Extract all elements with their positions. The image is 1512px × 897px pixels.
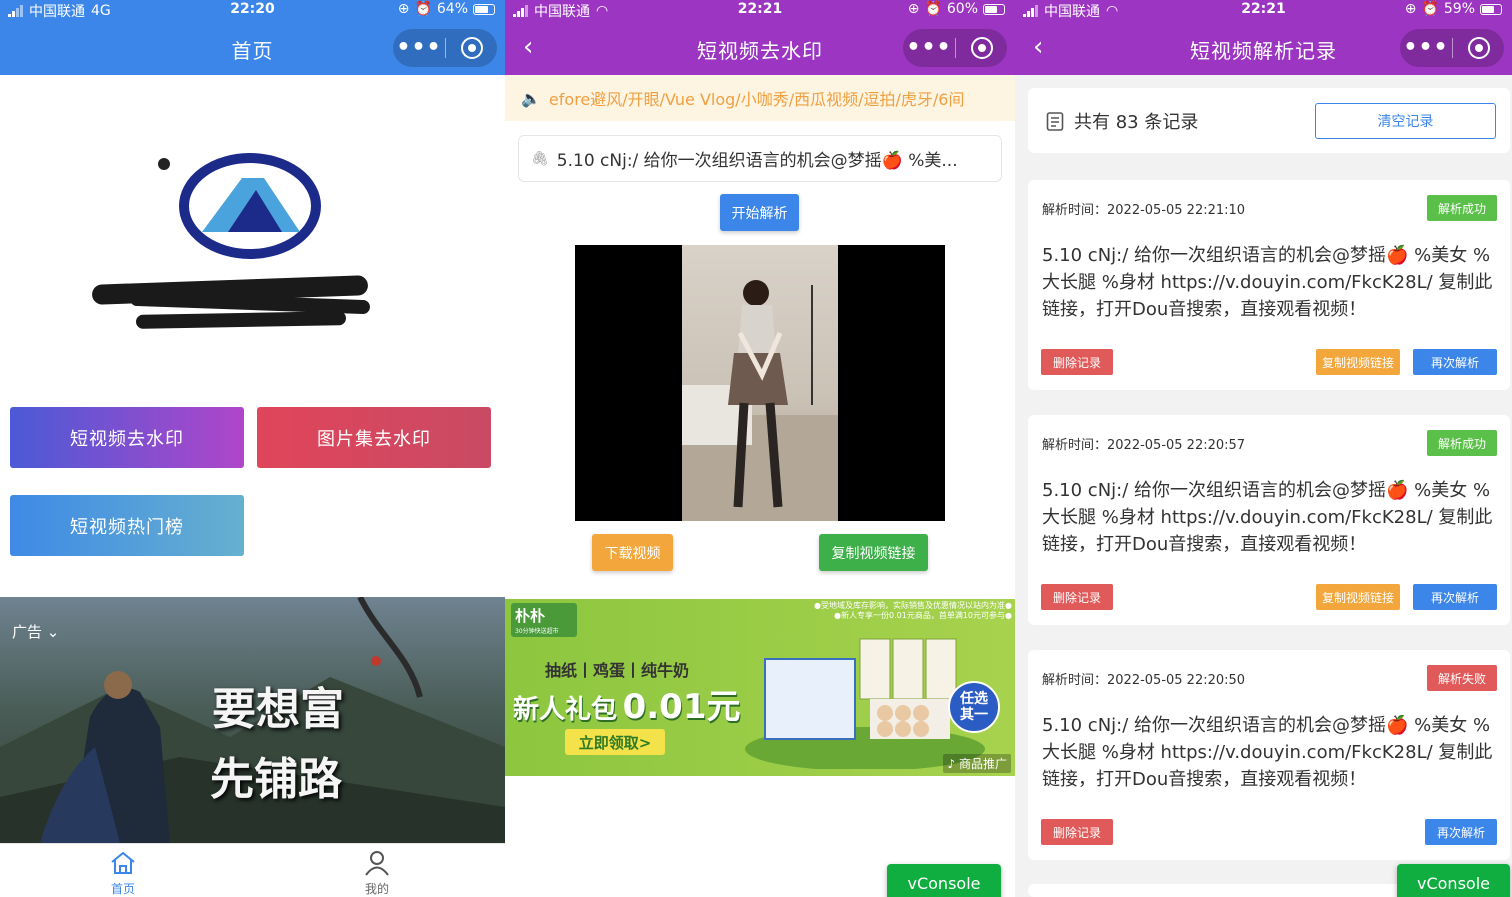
alarm-icon: ⏰ <box>414 1 432 17</box>
more-icon[interactable]: ••• <box>1400 29 1452 67</box>
record-content: 5.10 cNj:/ 给你一次组织语言的机会@梦摇🍎 %美女 %大长腿 %身材 … <box>1042 480 1493 555</box>
alarm-icon: ⏰ <box>1421 1 1439 17</box>
notice-bar: 🔈 efore避风/开眼/Vue Vlog/小咖秀/西瓜视频/逗拍/虎牙/6间 <box>505 75 1015 121</box>
battery-percent: 60% <box>946 1 978 17</box>
clear-records-button[interactable]: 清空记录 <box>1315 103 1496 139</box>
start-parse-button[interactable]: 开始解析 <box>720 194 799 231</box>
record-time: 解析时间：2022-05-05 22:21:10 <box>1042 203 1246 218</box>
tab-mine[interactable]: 我的 <box>337 850 417 897</box>
ad-banner[interactable]: 广告 ⌄ 要想富 先铺路 <box>0 597 505 843</box>
link-input[interactable]: 🖇 5.10 cNj:/ 给你一次组织语言的机会@梦摇🍎 %美... <box>518 135 1002 182</box>
close-target-icon[interactable] <box>956 37 1007 59</box>
mini-program-capsule: ••• <box>903 29 1007 67</box>
record-content: 5.10 cNj:/ 给你一次组织语言的机会@梦摇🍎 %美女 %大长腿 %身材 … <box>1042 245 1493 320</box>
more-icon[interactable]: ••• <box>903 29 955 67</box>
ad-price: 0.01元 <box>622 687 741 727</box>
tab-mine-label: 我的 <box>364 882 389 896</box>
download-video-button[interactable]: 下载视频 <box>592 534 673 571</box>
delete-record-button[interactable]: 删除记录 <box>1041 584 1113 610</box>
home-screen: 中国联通 4G 22:20 ⊕ ⏰ 64% 首页 ••• 短视频去水印 图片集去… <box>0 0 505 897</box>
copy-video-link-button[interactable]: 复制视频链接 <box>1316 349 1400 375</box>
alarm-icon: ⏰ <box>924 1 942 17</box>
ad-headline-row: 新人礼包 0.01元 <box>513 679 740 728</box>
copy-video-link-button[interactable]: 复制视频链接 <box>819 534 928 571</box>
vconsole-button[interactable]: vConsole <box>887 864 1001 897</box>
nav-bar: 首页 ••• <box>0 20 505 75</box>
redacted-name-scribble <box>135 311 347 329</box>
image-watermark-button[interactable]: 图片集去水印 <box>257 407 491 468</box>
ad-brand-logo: 朴朴 30分钟快送超市 <box>511 603 577 637</box>
nav-bar: ‹ 短视频解析记录 ••• <box>1015 20 1512 75</box>
battery-percent: 64% <box>436 1 468 17</box>
record-content: 5.10 cNj:/ 给你一次组织语言的机会@梦摇🍎 %美女 %大长腿 %身材 … <box>1042 715 1493 790</box>
reparse-button[interactable]: 再次解析 <box>1413 349 1497 375</box>
delete-record-button[interactable]: 删除记录 <box>1041 349 1113 375</box>
record-status-badge: 解析失败 <box>1426 665 1497 691</box>
record-time: 解析时间：2022-05-05 22:20:50 <box>1042 673 1246 688</box>
ad-headline: 新人礼包 <box>513 695 618 725</box>
battery-icon <box>473 3 495 15</box>
record-count-text: 共有 83 条记录 <box>1074 112 1199 133</box>
orientation-lock-icon: ⊕ <box>397 1 410 17</box>
battery-icon <box>983 3 1005 15</box>
copy-video-link-button[interactable]: 复制视频链接 <box>1316 584 1400 610</box>
paperclip-icon: 🖇 <box>531 150 549 167</box>
notice-text: efore避风/开眼/Vue Vlog/小咖秀/西瓜视频/逗拍/虎牙/6间 <box>548 90 965 109</box>
ad-brand-sub: 30分钟快送超市 <box>515 628 559 635</box>
user-icon <box>365 851 389 876</box>
tab-bar: 首页 我的 <box>0 843 505 897</box>
three-screen-composite: 中国联通 4G 22:20 ⊕ ⏰ 64% 首页 ••• 短视频去水印 图片集去… <box>0 0 1512 897</box>
ad-slogan-line2: 先铺路 <box>210 754 342 805</box>
status-bar: 中国联通 ◠ 22:21 ⊕ ⏰ 59% <box>1015 0 1512 20</box>
reparse-button[interactable]: 再次解析 <box>1425 819 1497 845</box>
video-player[interactable] <box>575 245 945 521</box>
status-bar: 中国联通 4G 22:20 ⊕ ⏰ 64% <box>0 0 505 20</box>
app-logo <box>150 150 330 260</box>
battery-percent: 59% <box>1443 1 1475 17</box>
home-icon <box>111 851 135 874</box>
mini-program-capsule: ••• <box>1400 29 1504 67</box>
vconsole-button[interactable]: vConsole <box>1397 864 1510 897</box>
mini-program-capsule: ••• <box>393 29 497 67</box>
record-card: 解析时间：2022-05-05 22:21:10 解析成功 5.10 cNj:/… <box>1028 180 1510 390</box>
orientation-lock-icon: ⊕ <box>907 1 920 17</box>
ad-choose-badge: 任选其一 <box>948 681 1000 733</box>
record-status-badge: 解析成功 <box>1426 195 1497 221</box>
ad-slogan-line1: 要想富 <box>212 684 344 735</box>
ad-brand: 朴朴 <box>515 607 546 625</box>
ad-note-2: ●新人专享一份0.01元商品，首单满10元可参与● <box>834 611 1012 620</box>
music-note-icon: ♪ <box>947 757 956 771</box>
close-target-icon[interactable] <box>446 37 497 59</box>
close-target-icon[interactable] <box>1453 37 1504 59</box>
delete-record-button[interactable]: 删除记录 <box>1041 819 1113 845</box>
record-time: 解析时间：2022-05-05 22:20:57 <box>1042 438 1246 453</box>
tab-home[interactable]: 首页 <box>83 850 163 897</box>
nav-bar: ‹ 短视频去水印 ••• <box>505 20 1015 75</box>
record-status-badge: 解析成功 <box>1426 430 1497 456</box>
link-input-value: 5.10 cNj:/ 给你一次组织语言的机会@梦摇🍎 %美... <box>556 151 958 171</box>
orientation-lock-icon: ⊕ <box>1404 1 1417 17</box>
video-frame <box>682 245 838 521</box>
ad-products: 抽纸丨鸡蛋丨纯牛奶 <box>545 661 690 680</box>
ad-promo-tag: ♪ 商品推广 <box>943 754 1011 773</box>
record-card: 解析时间：2022-05-05 22:20:50 解析失败 5.10 cNj:/… <box>1028 650 1510 860</box>
hot-videos-button[interactable]: 短视频热门榜 <box>10 495 244 556</box>
document-list-icon <box>1046 112 1064 131</box>
record-card: 解析时间：2022-05-05 22:20:57 解析成功 5.10 cNj:/… <box>1028 415 1510 625</box>
speaker-icon: 🔈 <box>521 88 541 108</box>
ad-label[interactable]: 广告 ⌄ <box>12 621 59 642</box>
reparse-button[interactable]: 再次解析 <box>1413 584 1497 610</box>
parse-history-screen: 中国联通 ◠ 22:21 ⊕ ⏰ 59% ‹ 短视频解析记录 ••• 共有 83… <box>1015 0 1512 897</box>
watermark-remover-screen: 中国联通 ◠ 22:21 ⊕ ⏰ 60% ‹ 短视频去水印 ••• 🔈 efor… <box>505 0 1015 897</box>
battery-icon <box>1480 3 1502 15</box>
tab-home-label: 首页 <box>110 882 135 896</box>
ad-cta-button[interactable]: 立即领取> <box>565 729 665 755</box>
record-count-card: 共有 83 条记录 清空记录 <box>1028 88 1510 153</box>
video-watermark-button[interactable]: 短视频去水印 <box>10 407 244 468</box>
status-bar: 中国联通 ◠ 22:21 ⊕ ⏰ 60% <box>505 0 1015 20</box>
more-icon[interactable]: ••• <box>393 29 445 67</box>
ad-banner[interactable]: 朴朴 30分钟快送超市 ●受地域及库存影响，实际销售及优惠情况以站内为准● ●新… <box>505 599 1015 776</box>
